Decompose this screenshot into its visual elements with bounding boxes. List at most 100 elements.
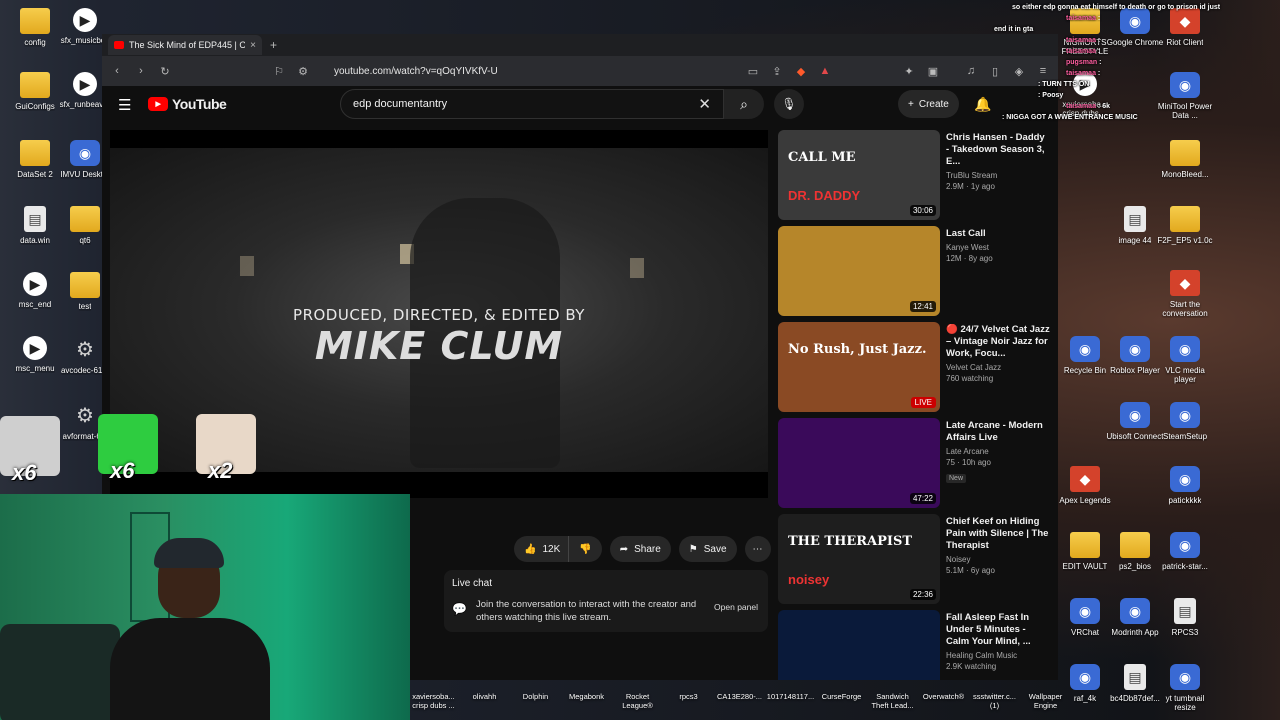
site-info-icon[interactable]: ⚙ [296, 65, 310, 78]
video-thumbnail[interactable]: THE THERAPIST noisey 22:36 [778, 514, 940, 604]
video-title[interactable]: Last Call [946, 228, 1050, 240]
video-thumbnail[interactable]: CALL ME DR. DADDY 30:06 [778, 130, 940, 220]
back-arrow-icon[interactable]: ‹ [110, 65, 124, 77]
notifications-bell-icon[interactable]: 🔔 [974, 96, 991, 113]
desktop-icon[interactable]: Rocket League® [612, 676, 663, 720]
live-badge: LIVE [910, 397, 936, 408]
extensions-icon[interactable]: ✦ [902, 65, 916, 78]
desktop-icon[interactable]: CurseForge [816, 676, 867, 720]
video-thumbnail[interactable] [778, 610, 940, 680]
recommended-video[interactable]: 12:41 Last Call Kanye West 12M · 8y ago [778, 226, 1050, 316]
like-button[interactable]: 👍 12K [514, 536, 569, 562]
gear-icon: ⚙ [76, 404, 94, 427]
desktop-icon-label: EDIT VAULT [1062, 562, 1108, 571]
youtube-logo[interactable]: ▶ YouTube [148, 96, 227, 112]
forward-arrow-icon[interactable]: › [134, 65, 148, 77]
url-field[interactable]: youtube.com/watch?v=qOqYIVKfV-U [334, 66, 736, 77]
chat-message: taisamaa : [992, 68, 1280, 79]
video-thumbnail[interactable]: 12:41 [778, 226, 940, 316]
recommended-video[interactable]: No Rush, Just Jazz. LIVE 🔴 24/7 Velvet Cat… [778, 322, 1050, 412]
channel-name[interactable]: TruBlu Stream [946, 171, 1050, 180]
recommended-video[interactable]: CALL ME DR. DADDY 30:06 Chris Hansen - Dadd… [778, 130, 1050, 220]
hamburger-menu-icon[interactable]: ☰ [118, 96, 131, 114]
recommended-video[interactable]: Fall Asleep Fast In Under 5 Minutes - Ca… [778, 610, 1050, 680]
video-title[interactable]: Chris Hansen - Daddy - Takedown Season 3… [946, 132, 1050, 168]
video-stats: 75 · 10h ago [946, 458, 991, 467]
desktop-icon[interactable]: ◉ SteamSetup [1156, 402, 1214, 441]
video-thumbnail[interactable]: 47:22 [778, 418, 940, 508]
video-stats: 2.9K watching [946, 662, 997, 671]
screen-icon[interactable]: ▭ [746, 65, 760, 78]
media-icon[interactable]: ♫ [964, 65, 978, 77]
desktop-icon[interactable]: CA13E280-... [714, 676, 765, 720]
desktop-icon-label: msc_menu [15, 364, 55, 373]
live-chat-panel: Live chat 💬 Join the conversation to int… [444, 570, 768, 632]
ceiling-light [630, 258, 644, 278]
desktop-icon[interactable]: ◉ yt tumbnail resize [1156, 664, 1214, 712]
channel-name[interactable]: Velvet Cat Jazz [946, 363, 1050, 372]
desktop-icon[interactable]: Dolphin [510, 676, 561, 720]
desktop-icon[interactable]: Overwatch® [918, 676, 969, 720]
rewards-icon[interactable]: ▲ [818, 65, 832, 77]
share-icon[interactable]: ⇪ [770, 65, 784, 78]
chat-message: end it in gta [992, 24, 1280, 35]
desktop-icon[interactable]: Sandwich Theft Lead... [867, 676, 918, 720]
desktop-icon[interactable]: Megabonk [561, 676, 612, 720]
channel-name[interactable]: Late Arcane [946, 447, 1050, 456]
close-tab-icon[interactable]: × [250, 40, 256, 51]
desktop-icon[interactable]: F2F_EP5 v1.0c [1156, 206, 1214, 245]
desktop-icon[interactable]: xaviersoba... crisp dubs ... [408, 676, 459, 720]
desktop-icon-label: config [24, 38, 46, 47]
video-title[interactable]: Fall Asleep Fast In Under 5 Minutes - Ca… [946, 612, 1050, 648]
desktop-icon[interactable]: rpcs3 [663, 676, 714, 720]
video-stats: 760 watching [946, 374, 994, 383]
dislike-button[interactable]: 👎 [568, 536, 602, 562]
video-title[interactable]: 🔴 24/7 Velvet Cat Jazz – Vintage Noir Ja… [946, 324, 1050, 360]
save-button[interactable]: ⚑ Save [678, 536, 737, 562]
desktop-icon[interactable]: olivahh [459, 676, 510, 720]
open-panel-button[interactable]: Open panel [714, 602, 758, 612]
video-thumbnail[interactable]: No Rush, Just Jazz. LIVE [778, 322, 940, 412]
video-title[interactable]: Chief Keef on Hiding Pain with Silence |… [946, 516, 1050, 552]
emote-count: x2 [208, 458, 233, 483]
browser-tab[interactable]: The Sick Mind of EDP445 | Of × [108, 35, 262, 55]
recommended-video[interactable]: THE THERAPIST noisey 22:36 Chief Keef on Hi… [778, 514, 1050, 604]
search-button[interactable]: ⌕ [724, 89, 764, 119]
channel-name[interactable]: Noisey [946, 555, 1050, 564]
live-chat-text: Join the conversation to interact with t… [476, 599, 697, 623]
desktop-icon[interactable]: ◉ patickkkk [1156, 466, 1214, 505]
chat-message: taisamaa : [992, 35, 1280, 46]
clear-search-icon[interactable]: ✕ [698, 95, 711, 113]
thumbnail-text: No Rush, Just Jazz. [788, 342, 927, 357]
desktop-icon[interactable]: ◉ patrick-star... [1156, 532, 1214, 571]
recommended-video[interactable]: 47:22 Late Arcane - Modern Affairs Live La… [778, 418, 1050, 508]
video-title[interactable]: Late Arcane - Modern Affairs Live [946, 420, 1050, 444]
reload-icon[interactable]: ↻ [158, 65, 172, 78]
wallet-icon[interactable]: ▣ [926, 65, 940, 78]
desktop-icon[interactable]: ◆ Apex Legends [1056, 466, 1114, 505]
new-tab-button[interactable]: + [270, 38, 277, 52]
channel-name[interactable]: Kanye West [946, 243, 1050, 252]
search-input[interactable]: edp documentantry [353, 98, 698, 110]
search-box[interactable]: edp documentantry ✕ [340, 89, 724, 119]
video-meta: Chief Keef on Hiding Pain with Silence |… [946, 516, 1050, 575]
voice-search-button[interactable]: 🎙 [774, 89, 804, 119]
desktop-icon-label: MonoBleed... [1161, 170, 1209, 179]
video-meta: 🔴 24/7 Velvet Cat Jazz – Vintage Noir Ja… [946, 324, 1050, 383]
desktop-icon[interactable]: ▤ RPCS3 [1156, 598, 1214, 637]
create-button[interactable]: + Create [898, 90, 959, 118]
share-button[interactable]: ➦ Share [609, 536, 671, 562]
desktop-icon[interactable]: ◆ Start the conversation [1156, 270, 1214, 318]
desktop-icon[interactable]: Wallpaper Engine [1020, 676, 1071, 720]
more-actions-button[interactable]: ⋯ [744, 536, 771, 562]
desktop-icon[interactable]: ssstwitter.c... (1) [969, 676, 1020, 720]
youtube-header: ☰ ▶ YouTube edp documentantry ✕ ⌕ 🎙 + Cr… [102, 86, 1058, 122]
desktop-icon-label: Start the conversation [1162, 300, 1208, 318]
brave-shield-icon[interactable]: ◆ [794, 65, 808, 78]
desktop-icon[interactable]: 1017148117... [765, 676, 816, 720]
desktop-icon-label: patickkkk [1168, 496, 1202, 505]
bookmark-icon[interactable]: ⚐ [272, 65, 286, 78]
channel-name[interactable]: Healing Calm Music [946, 651, 1050, 660]
desktop-icon[interactable]: ◉ VLC media player [1156, 336, 1214, 384]
desktop-icon[interactable]: MonoBleed... [1156, 140, 1214, 179]
